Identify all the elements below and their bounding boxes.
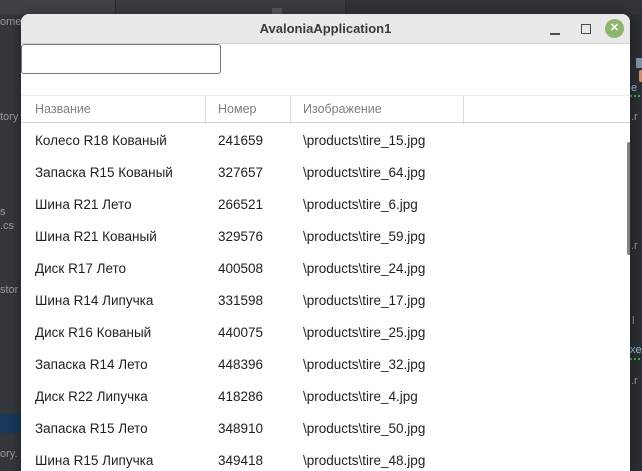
column-separator [463,96,464,124]
app-window: AvaloniaApplication1 ✕ Название Номер Из… [21,14,630,471]
error-squiggle [630,358,640,360]
close-button[interactable]: ✕ [602,14,628,44]
code-fragment: .cs [0,220,14,232]
cell-name: Диск R17 Лето [35,261,126,276]
table-row[interactable]: Диск R16 Кованый 440075 \products\tire_25.… [21,317,630,349]
column-separator [290,96,291,124]
cell-image: \products\tire_50.jpg [303,421,425,436]
code-fragment: e [631,82,637,94]
cell-name: Шина R14 Липучка [35,293,153,308]
table-row[interactable]: Шина R15 Липучка 349418 \products\tire_48.… [21,445,630,471]
code-fragment: .r [631,111,638,123]
ide-selected-item [0,414,21,433]
code-fragment: stor [0,284,18,296]
cell-number: 440075 [218,325,263,340]
cell-number: 329576 [218,229,263,244]
table-row[interactable]: Запаска R14 Лето 448396 \products\tire_32.… [21,349,630,381]
search-input[interactable] [21,44,221,74]
error-squiggle [630,95,640,97]
cell-image: \products\tire_25.jpg [303,325,425,340]
cell-image: \products\tire_17.jpg [303,293,425,308]
cell-name: Колесо R18 Кованый [35,133,167,148]
grid-body: Колесо R18 Кованый 241659 \products\tire_1… [21,125,630,471]
table-row[interactable]: Запаска R15 Кованый 327657 \products\tire_… [21,157,630,189]
cell-number: 348910 [218,421,263,436]
cell-image: \products\tire_48.jpg [303,453,425,468]
cell-name: Запаска R15 Лето [35,421,148,436]
code-fragment: ome [0,16,21,28]
code-fragment: tory [0,111,18,123]
cell-number: 266521 [218,197,263,212]
cell-name: Запаска R14 Лето [35,357,148,372]
column-header-name[interactable]: Название [35,102,91,116]
code-fragment: ory. [0,448,18,460]
code-fragment: xe [630,344,642,356]
ide-right-panel: e .r .r l xe .r [630,14,642,471]
table-row[interactable]: Диск R22 Липучка 418286 \products\tire_4.j… [21,381,630,413]
cell-number: 241659 [218,133,263,148]
table-row[interactable]: Шина R21 Кованый 329576 \products\tire_59.… [21,221,630,253]
close-icon: ✕ [605,19,624,38]
cell-name: Шина R21 Лето [35,197,132,212]
cell-image: \products\tire_24.jpg [303,261,425,276]
minimize-button[interactable] [542,14,568,44]
cell-image: \products\tire_32.jpg [303,357,425,372]
table-row[interactable]: Шина R21 Лето 266521 \products\tire_6.jpg [21,189,630,221]
grid-header: Название Номер Изображение [21,95,630,123]
maximize-icon [581,24,591,34]
column-header-number[interactable]: Номер [218,102,256,116]
maximize-button[interactable] [573,14,599,44]
data-grid: Название Номер Изображение Колесо R18 Ко… [21,94,630,471]
tab-divider [115,0,116,14]
cell-image: \products\tire_64.jpg [303,165,425,180]
cell-name: Шина R21 Кованый [35,229,157,244]
cell-number: 418286 [218,389,263,404]
table-row[interactable]: Диск R17 Лето 400508 \products\tire_24.jpg [21,253,630,285]
column-separator [205,96,206,124]
cell-number: 349418 [218,453,263,468]
table-row[interactable]: Шина R14 Липучка 331598 \products\tire_17.… [21,285,630,317]
ide-top-strip [0,0,642,14]
titlebar[interactable]: AvaloniaApplication1 ✕ [21,14,630,44]
cell-image: \products\tire_15.jpg [303,133,425,148]
cell-name: Шина R15 Липучка [35,453,153,468]
vertical-scrollbar-thumb[interactable] [627,142,630,255]
cell-number: 331598 [218,293,263,308]
cell-name: Диск R22 Липучка [35,389,148,404]
code-fragment: s [0,206,6,218]
cell-name: Диск R16 Кованый [35,325,151,340]
minimize-icon [550,33,560,35]
window-title: AvaloniaApplication1 [21,21,630,36]
cell-number: 327657 [218,165,263,180]
cell-number: 448396 [218,357,263,372]
table-row[interactable]: Колесо R18 Кованый 241659 \products\tire_1… [21,125,630,157]
column-header-image[interactable]: Изображение [303,102,382,116]
cell-number: 400508 [218,261,263,276]
cell-image: \products\tire_4.jpg [303,389,418,404]
code-fragment [636,58,642,68]
tab-divider [345,0,346,14]
cell-name: Запаска R15 Кованый [35,165,173,180]
cell-image: \products\tire_59.jpg [303,229,425,244]
code-fragment: l [632,315,634,327]
cell-image: \products\tire_6.jpg [303,197,418,212]
code-fragment: .r [631,240,638,252]
code-fragment: .r [631,375,638,387]
table-row[interactable]: Запаска R15 Лето 348910 \products\tire_50.… [21,413,630,445]
ide-left-panel: ome tory s .cs stor ory. [0,14,21,471]
